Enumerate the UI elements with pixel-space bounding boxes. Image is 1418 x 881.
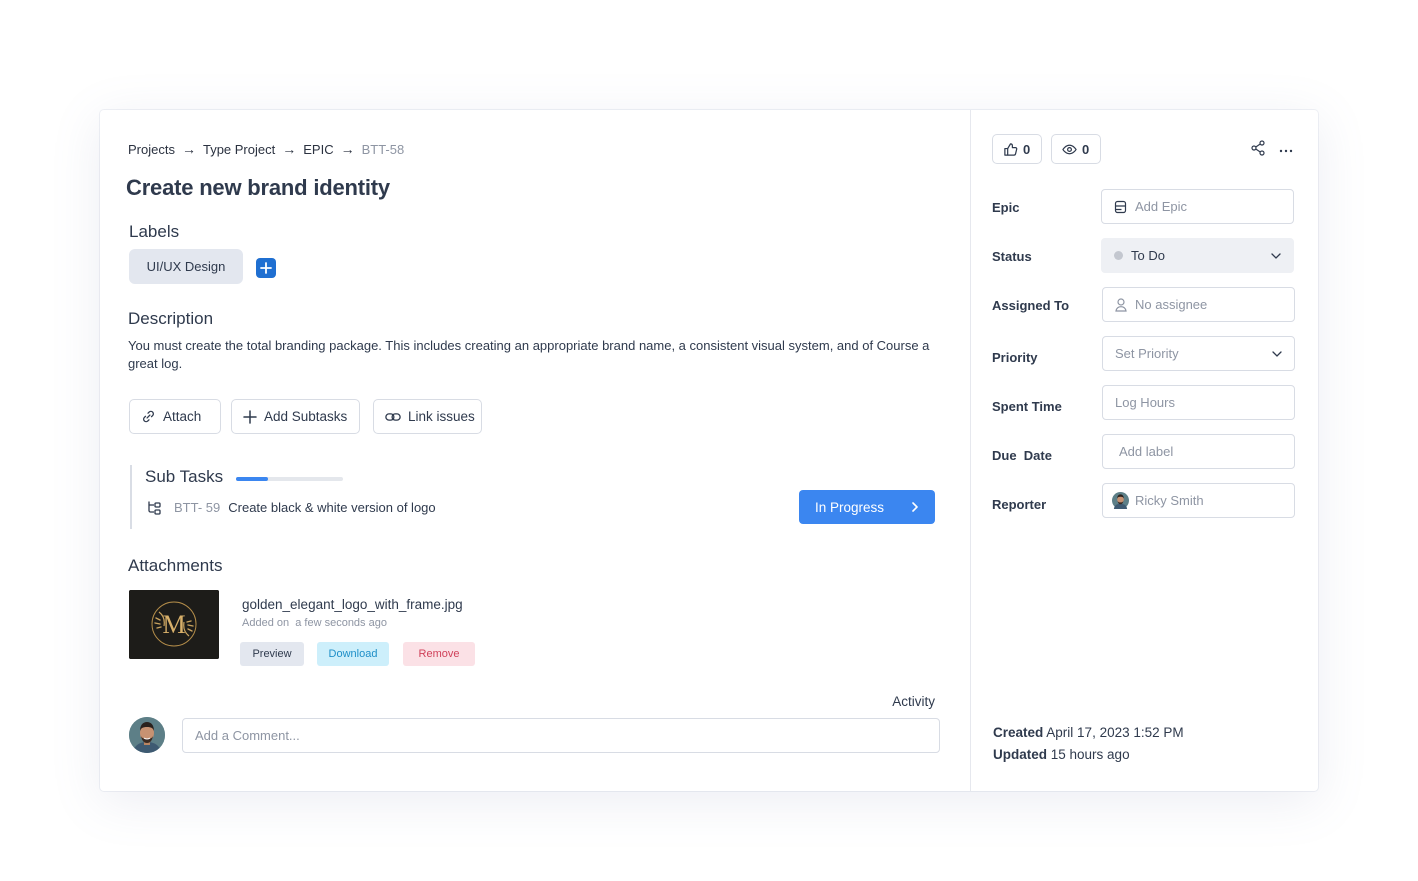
remove-button[interactable]: Remove	[403, 642, 475, 666]
description-heading: Description	[128, 309, 214, 328]
subtask-status-label: In Progress	[815, 499, 885, 515]
svg-text:M: M	[162, 610, 185, 639]
attachment-added-label: Added on	[242, 617, 290, 629]
breadcrumb: Projects → Type Project → EPIC → BTT-58	[128, 141, 404, 157]
more-options-button[interactable]	[1279, 140, 1293, 158]
reporter-field[interactable]: Ricky Smith	[1102, 483, 1295, 518]
chevron-down-icon	[1271, 252, 1281, 259]
link-issues-label: Link issues	[408, 409, 475, 424]
subtasks-progress-bar	[236, 477, 343, 481]
chain-link-icon	[385, 412, 401, 421]
breadcrumb-projects[interactable]: Projects	[128, 142, 175, 157]
thumbs-up-icon	[1004, 142, 1018, 156]
watch-button[interactable]: 0	[1051, 134, 1101, 164]
link-issues-button[interactable]: Link issues	[373, 399, 482, 434]
epic-icon	[1114, 200, 1127, 213]
subtasks-heading: Sub Tasks	[145, 467, 224, 486]
eye-icon	[1062, 144, 1077, 154]
reporter-label: Reporter	[992, 497, 1047, 512]
subtask-title: Create black & white version of logo	[228, 499, 436, 515]
activity-heading[interactable]: Activity	[892, 694, 935, 709]
subtask-status-button[interactable]: In Progress	[799, 490, 935, 524]
status-label: Status	[992, 249, 1032, 264]
attachment-meta: Added on a few seconds ago	[242, 617, 387, 629]
issue-title[interactable]: Create new brand identity	[126, 175, 390, 201]
attachments-heading: Attachments	[128, 556, 223, 575]
watch-count: 0	[1082, 141, 1090, 157]
reporter-avatar	[1112, 492, 1129, 509]
assignee-value: No assignee	[1135, 297, 1208, 312]
attachment-thumbnail[interactable]: M	[129, 590, 219, 659]
status-value: To Do	[1131, 248, 1165, 263]
attachment-file-name[interactable]: golden_elegant_logo_with_frame.jpg	[242, 597, 463, 612]
add-label-button[interactable]	[256, 258, 276, 278]
attach-label: Attach	[163, 409, 202, 424]
created-label: Created	[993, 725, 1044, 740]
add-subtasks-button[interactable]: Add Subtasks	[231, 399, 360, 434]
created-value: April 17, 2023 1:52 PM	[1046, 725, 1184, 740]
labels-heading: Labels	[129, 222, 180, 241]
like-button[interactable]: 0	[992, 134, 1042, 164]
subtasks-divider	[130, 465, 132, 529]
like-count: 0	[1023, 141, 1031, 157]
share-button[interactable]	[1250, 140, 1266, 161]
epic-field[interactable]: Add Epic	[1101, 189, 1294, 224]
breadcrumb-epic[interactable]: EPIC	[303, 142, 333, 157]
user-avatar-image	[129, 717, 165, 753]
comment-input[interactable]: Add a Comment...	[182, 718, 940, 753]
arrow-right-icon: →	[340, 141, 355, 157]
arrow-right-icon: →	[181, 141, 196, 157]
priority-select[interactable]: Set Priority	[1102, 336, 1295, 371]
subtask-icon	[148, 501, 161, 515]
due-date-value: Add label	[1119, 444, 1174, 459]
assignee-field[interactable]: No assignee	[1102, 287, 1295, 322]
download-button[interactable]: Download	[317, 642, 389, 666]
updated-meta: Updated 15 hours ago	[993, 747, 1130, 762]
status-dot-icon	[1114, 251, 1123, 260]
attachment-added-time: a few seconds ago	[295, 617, 387, 629]
subtask-key: BTT- 59	[174, 499, 221, 515]
spent-time-label: Spent Time	[992, 399, 1062, 414]
panel-divider	[970, 110, 971, 791]
status-select[interactable]: To Do	[1101, 238, 1294, 273]
add-subtasks-label: Add Subtasks	[264, 409, 348, 424]
arrow-right-icon: →	[282, 141, 297, 157]
priority-value: Set Priority	[1115, 346, 1179, 361]
share-icon	[1251, 140, 1265, 156]
attach-button[interactable]: Attach	[129, 399, 221, 434]
reporter-value: Ricky Smith	[1135, 493, 1204, 508]
user-icon	[1115, 297, 1127, 312]
plus-icon	[243, 409, 257, 424]
link-icon	[143, 410, 154, 423]
spent-time-input[interactable]: Log Hours	[1102, 385, 1295, 420]
issue-detail-card: Projects → Type Project → EPIC → BTT-58 …	[100, 110, 1318, 791]
logo-thumbnail-image: M	[129, 590, 219, 659]
subtasks-progress-fill	[236, 477, 269, 481]
subtask-row[interactable]: BTT- 59 Create black & white version of …	[146, 499, 436, 515]
avatar	[129, 717, 165, 753]
assigned-to-label: Assigned To	[992, 298, 1070, 313]
label-chip[interactable]: UI/UX Design	[129, 249, 243, 284]
priority-label: Priority	[992, 350, 1038, 365]
preview-button[interactable]: Preview	[240, 642, 304, 666]
more-horizontal-icon	[1279, 149, 1293, 153]
spent-time-value: Log Hours	[1115, 395, 1175, 410]
created-meta: Created April 17, 2023 1:52 PM	[993, 725, 1184, 740]
epic-label: Epic	[992, 200, 1020, 215]
updated-value: 15 hours ago	[1050, 747, 1130, 762]
description-text[interactable]: You must create the total branding packa…	[128, 337, 938, 373]
due-date-input[interactable]: Add label	[1102, 434, 1295, 469]
breadcrumb-type-project[interactable]: Type Project	[203, 142, 275, 157]
updated-label: Updated	[993, 747, 1047, 762]
breadcrumb-current: BTT-58	[361, 141, 405, 157]
chevron-right-icon	[912, 502, 918, 512]
due-date-label: Due Date	[992, 448, 1052, 463]
chevron-down-icon	[1272, 350, 1282, 357]
epic-value: Add Epic	[1135, 199, 1188, 214]
plus-icon	[260, 262, 272, 274]
